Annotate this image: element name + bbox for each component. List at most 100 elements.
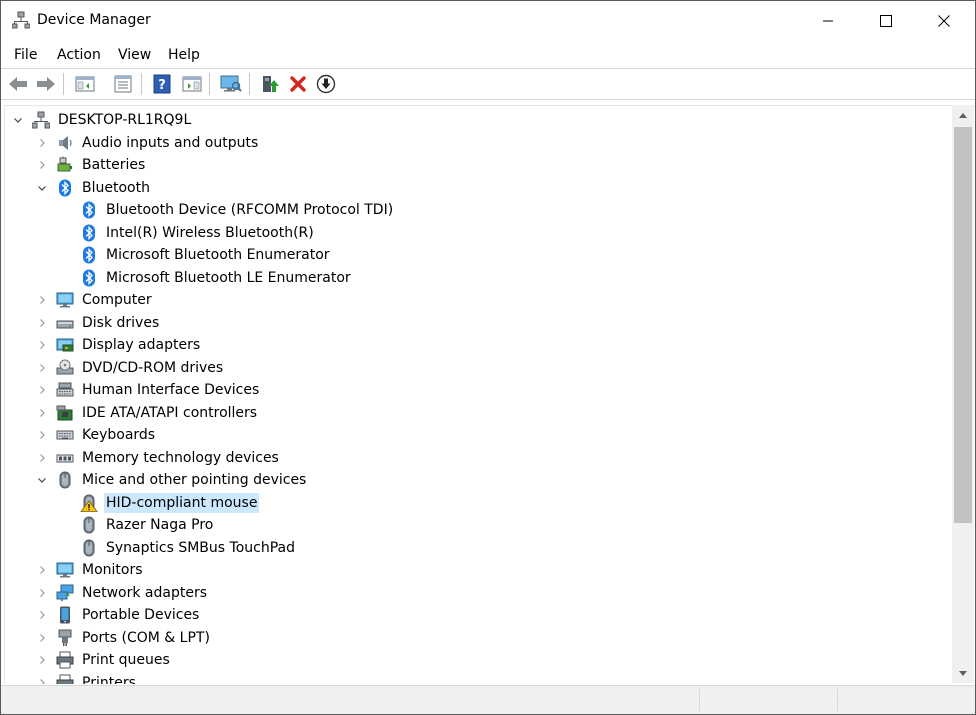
tree-item-label[interactable]: Memory technology devices — [80, 448, 281, 468]
tree-category-node[interactable]: Print queues — [5, 649, 953, 671]
tree-item-label[interactable]: Microsoft Bluetooth LE Enumerator — [104, 268, 353, 288]
help-button[interactable]: ? — [150, 72, 174, 96]
tree-item-label[interactable]: Audio inputs and outputs — [80, 133, 260, 153]
expand-toggle[interactable] — [35, 451, 49, 465]
tree-item-label[interactable]: Computer — [80, 290, 154, 310]
tree-item-label[interactable]: Bluetooth Device (RFCOMM Protocol TDI) — [104, 200, 395, 220]
tree-category-node[interactable]: Display adapters — [5, 334, 953, 356]
expand-toggle[interactable] — [35, 631, 49, 645]
expand-toggle[interactable] — [35, 563, 49, 577]
tree-device-node[interactable]: Intel(R) Wireless Bluetooth(R) — [5, 222, 953, 244]
expand-toggle[interactable] — [35, 586, 49, 600]
svg-text:?: ? — [158, 78, 166, 93]
action-pane-button[interactable] — [180, 72, 204, 96]
disable-device-button[interactable] — [314, 72, 338, 96]
tree-item-label[interactable]: Razer Naga Pro — [104, 515, 215, 535]
tree-category-node[interactable]: Bluetooth — [5, 177, 953, 199]
tree-device-node[interactable]: Microsoft Bluetooth Enumerator — [5, 244, 953, 266]
tree-category-node[interactable]: Batteries — [5, 154, 953, 176]
tree-category-node[interactable]: Ports (COM & LPT) — [5, 627, 953, 649]
expand-toggle[interactable] — [35, 383, 49, 397]
tree-category-node[interactable]: Portable Devices — [5, 604, 953, 626]
expand-toggle[interactable] — [35, 316, 49, 330]
close-button[interactable] — [915, 1, 973, 41]
tree-item-label[interactable]: HID-compliant mouse — [104, 492, 260, 513]
tree-item-label[interactable]: DVD/CD-ROM drives — [80, 358, 225, 378]
expand-toggle[interactable] — [35, 338, 49, 352]
show-hide-console-tree-button[interactable] — [73, 72, 97, 96]
tree-device-node[interactable]: Bluetooth Device (RFCOMM Protocol TDI) — [5, 199, 953, 221]
expand-toggle[interactable] — [35, 676, 49, 684]
chevron-down-icon — [38, 185, 46, 191]
tree-item-label[interactable]: Batteries — [80, 155, 147, 175]
properties-button[interactable] — [111, 72, 135, 96]
tree-item-label[interactable]: Disk drives — [80, 313, 161, 333]
tree-item-label[interactable]: Monitors — [80, 560, 145, 580]
tree-category-node[interactable]: Keyboards — [5, 424, 953, 446]
minimize-icon — [823, 20, 833, 22]
expand-toggle[interactable] — [35, 428, 49, 442]
tree-item-label[interactable]: Keyboards — [80, 425, 157, 445]
scan-hardware-button[interactable] — [219, 72, 243, 96]
tree-category-node[interactable]: Memory technology devices — [5, 447, 953, 469]
expand-toggle[interactable] — [35, 653, 49, 667]
menu-file[interactable]: File — [13, 45, 38, 65]
tree-category-node[interactable]: Mice and other pointing devices — [5, 469, 953, 491]
expand-toggle[interactable] — [35, 361, 49, 375]
expand-toggle[interactable] — [35, 293, 49, 307]
tree-item-label[interactable]: Print queues — [80, 650, 172, 670]
collapse-toggle[interactable] — [11, 113, 25, 127]
maximize-button[interactable] — [857, 1, 915, 41]
tree-root-node[interactable]: DESKTOP-RL1RQ9L — [5, 109, 953, 131]
minimize-button[interactable] — [799, 1, 857, 41]
scroll-up-button[interactable] — [952, 105, 974, 125]
tree-category-node[interactable]: Computer — [5, 289, 953, 311]
tree-item-label[interactable]: Network adapters — [80, 583, 209, 603]
vertical-scrollbar[interactable] — [952, 105, 974, 683]
tree-category-node[interactable]: Network adapters — [5, 582, 953, 604]
tree-item-label[interactable]: IDE ATA/ATAPI controllers — [80, 403, 259, 423]
tree-item-label[interactable]: Synaptics SMBus TouchPad — [104, 538, 297, 558]
scroll-down-button[interactable] — [952, 663, 974, 683]
tree-item-label[interactable]: DESKTOP-RL1RQ9L — [56, 110, 193, 130]
tree-category-node[interactable]: DVD/CD-ROM drives — [5, 357, 953, 379]
update-driver-button[interactable] — [258, 72, 282, 96]
back-button[interactable] — [6, 72, 30, 96]
expand-toggle[interactable] — [35, 136, 49, 150]
tree-device-node[interactable]: Microsoft Bluetooth LE Enumerator — [5, 267, 953, 289]
tree-category-node[interactable]: Disk drives — [5, 312, 953, 334]
tree-device-node[interactable]: HID-compliant mouse — [5, 492, 953, 514]
tree-item-label[interactable]: Display adapters — [80, 335, 202, 355]
expand-toggle[interactable] — [35, 608, 49, 622]
tree-item-label[interactable]: Microsoft Bluetooth Enumerator — [104, 245, 332, 265]
scroll-thumb[interactable] — [954, 127, 972, 523]
tree-item-label[interactable]: Human Interface Devices — [80, 380, 261, 400]
menu-help[interactable]: Help — [167, 45, 201, 65]
title-bar[interactable]: Device Manager — [1, 1, 975, 41]
collapse-toggle[interactable] — [35, 181, 49, 195]
uninstall-device-button[interactable] — [286, 72, 310, 96]
tree-item-label[interactable]: Printers — [80, 673, 138, 685]
collapse-toggle[interactable] — [35, 473, 49, 487]
tree-item-label[interactable]: Intel(R) Wireless Bluetooth(R) — [104, 223, 316, 243]
tree-item-label[interactable]: Portable Devices — [80, 605, 201, 625]
tree-device-node[interactable]: Razer Naga Pro — [5, 514, 953, 536]
tree-item-label[interactable]: Bluetooth — [80, 178, 152, 198]
tree-category-node[interactable]: IDE ATA/ATAPI controllers — [5, 402, 953, 424]
menu-view[interactable]: View — [117, 45, 152, 65]
tree-category-node[interactable]: Printers — [5, 672, 953, 685]
tree-category-node[interactable]: Monitors — [5, 559, 953, 581]
tree-category-node[interactable]: Audio inputs and outputs — [5, 132, 953, 154]
tree-item-label[interactable]: Mice and other pointing devices — [80, 470, 308, 490]
menu-action[interactable]: Action — [56, 45, 102, 65]
forward-button[interactable] — [34, 72, 58, 96]
mouse-icon — [56, 471, 74, 489]
tree-item-label[interactable]: Ports (COM & LPT) — [80, 628, 212, 648]
expand-toggle[interactable] — [35, 158, 49, 172]
tree-category-node[interactable]: Human Interface Devices — [5, 379, 953, 401]
tree-device-node[interactable]: Synaptics SMBus TouchPad — [5, 537, 953, 559]
properties-icon — [114, 75, 132, 93]
device-tree[interactable]: DESKTOP-RL1RQ9L Audio inputs and outputs B… — [4, 105, 953, 684]
close-icon — [938, 15, 950, 27]
expand-toggle[interactable] — [35, 406, 49, 420]
